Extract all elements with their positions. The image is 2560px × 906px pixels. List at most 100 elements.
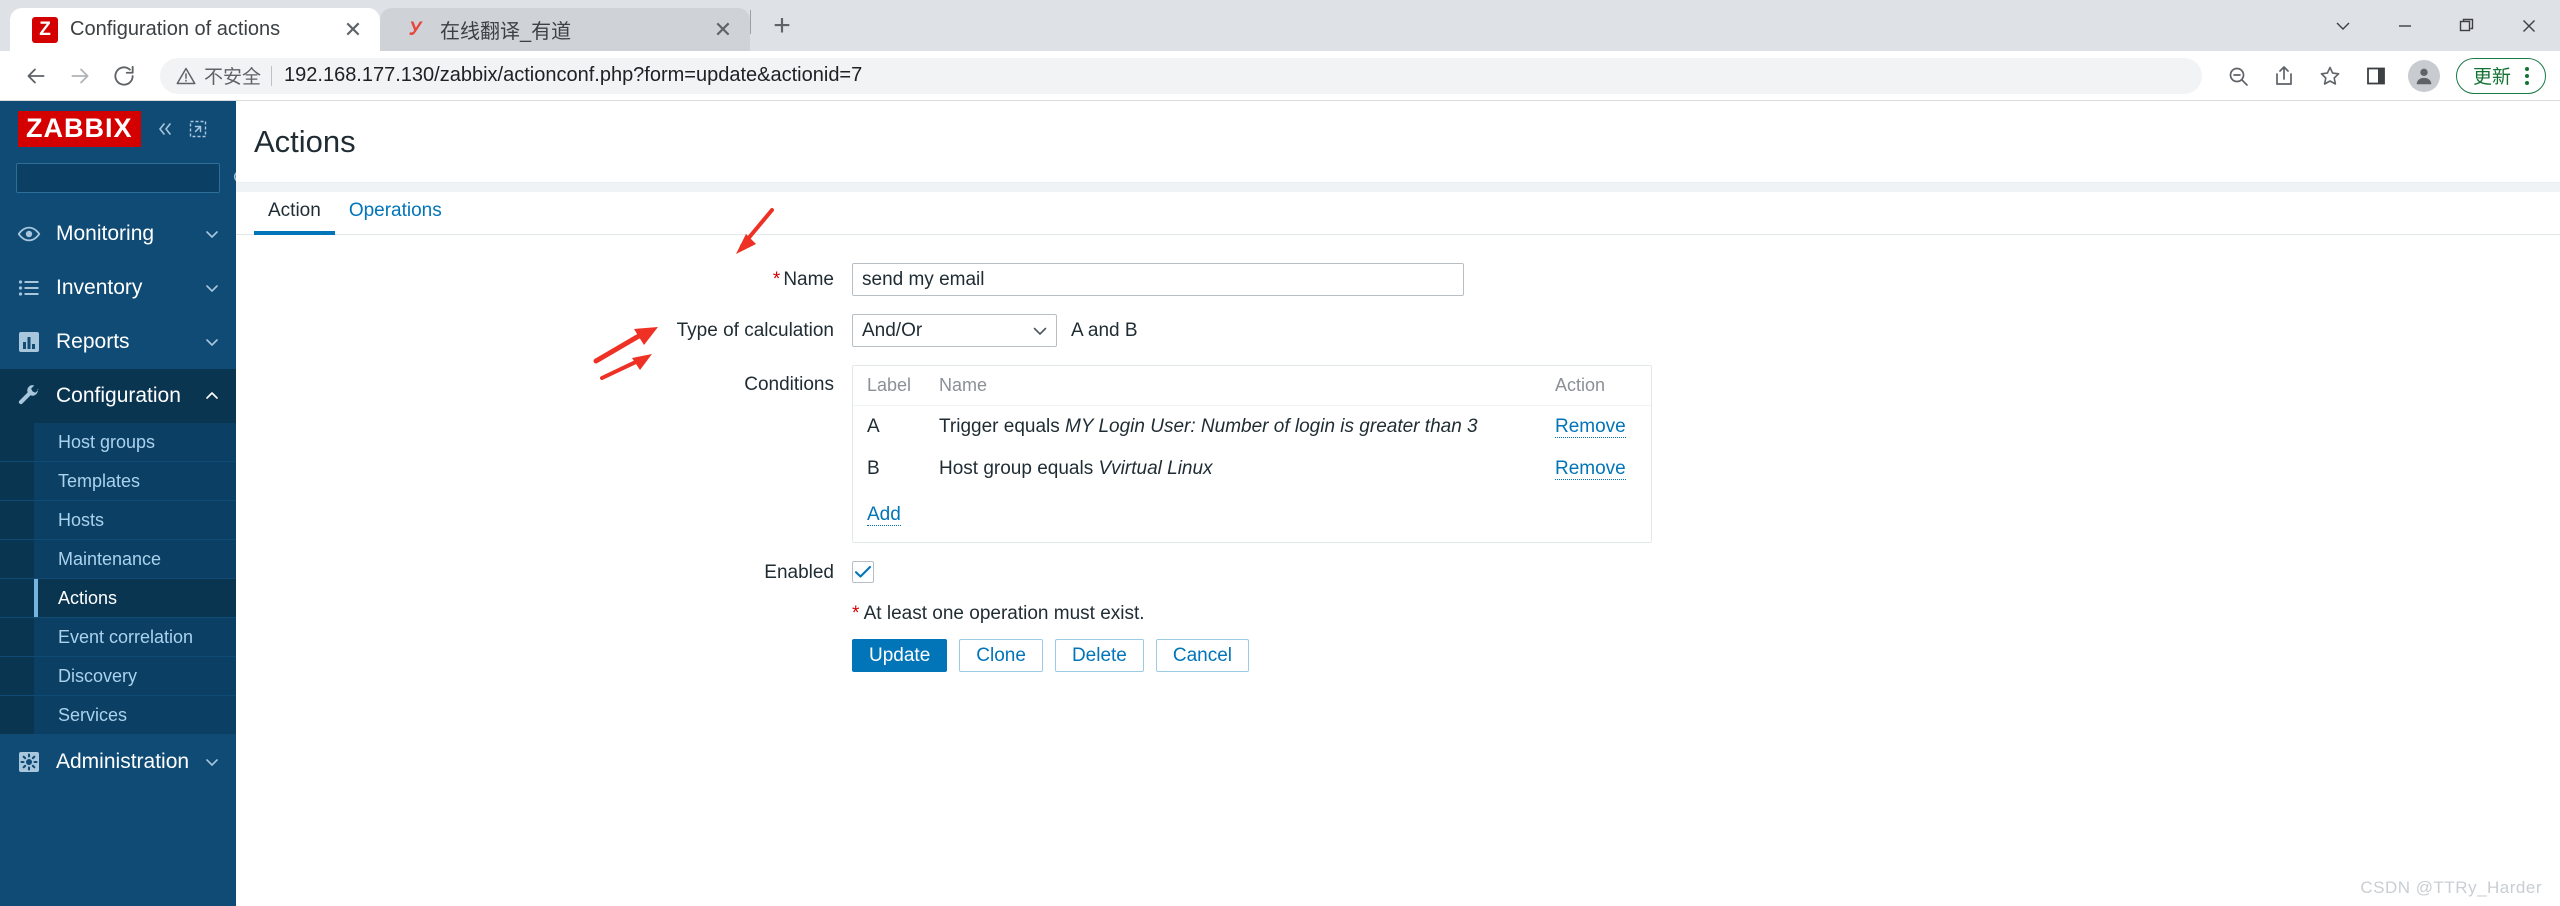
sidebar-item-reports[interactable]: Reports bbox=[0, 315, 236, 369]
sidebar-subitem-label: Hosts bbox=[58, 509, 105, 530]
form-buttons: Update Clone Delete Cancel bbox=[852, 639, 1250, 672]
sidebar-item-label: Configuration bbox=[56, 384, 181, 407]
sidebar-item-maintenance[interactable]: Maintenance bbox=[0, 540, 236, 579]
name-label-text: Name bbox=[783, 269, 834, 290]
reload-icon[interactable] bbox=[102, 54, 146, 98]
sidebar-item-hosts[interactable]: Hosts bbox=[0, 501, 236, 540]
sidebar-item-discovery[interactable]: Discovery bbox=[0, 657, 236, 696]
form-row-conditions: Conditions Label Name Action A Trigger e… bbox=[236, 365, 2560, 543]
enabled-checkbox[interactable] bbox=[852, 561, 874, 583]
star-icon[interactable] bbox=[2308, 54, 2352, 98]
forward-arrow-icon[interactable] bbox=[58, 54, 102, 98]
sidebar-header: ZABBIX bbox=[0, 101, 236, 157]
sidebar-item-services[interactable]: Services bbox=[0, 696, 236, 735]
maximize-icon[interactable] bbox=[2436, 0, 2498, 51]
sidebar-item-administration[interactable]: Administration bbox=[0, 735, 236, 789]
wrench-icon bbox=[16, 383, 42, 409]
watermark: CSDN @TTRy_Harder bbox=[2360, 878, 2542, 897]
security-label: 不安全 bbox=[204, 67, 262, 88]
expand-icon[interactable] bbox=[189, 120, 207, 138]
chevron-down-icon bbox=[204, 282, 220, 294]
sidebar-subitem-label: Host groups bbox=[58, 431, 156, 452]
tab-operations[interactable]: Operations bbox=[335, 200, 456, 234]
sidebar-subitem-label: Services bbox=[58, 704, 128, 725]
share-icon[interactable] bbox=[2262, 54, 2306, 98]
profile-avatar-icon[interactable] bbox=[2407, 59, 2440, 92]
condition-name: Trigger equals MY Login User: Number of … bbox=[925, 406, 1541, 449]
close-window-icon[interactable] bbox=[2498, 0, 2560, 51]
page-title: Actions bbox=[254, 124, 356, 159]
sidebar-item-configuration[interactable]: Configuration bbox=[0, 369, 236, 423]
browser-tab-0[interactable]: Z Configuration of actions ✕ bbox=[10, 8, 380, 51]
update-button[interactable]: 更新 bbox=[2455, 57, 2546, 94]
add-condition-row: Add bbox=[853, 490, 1651, 542]
remove-link[interactable]: Remove bbox=[1555, 416, 1626, 438]
browser-tab-1[interactable]: У 在线翻译_有道 ✕ bbox=[380, 8, 750, 51]
cancel-button[interactable]: Cancel bbox=[1155, 639, 1250, 672]
sidebar-item-event-correlation[interactable]: Event correlation bbox=[0, 618, 236, 657]
address-bar[interactable]: 不安全 192.168.177.130/zabbix/actionconf.ph… bbox=[160, 57, 2202, 94]
calculation-select[interactable]: And/Or bbox=[852, 314, 1057, 347]
column-header-name: Name bbox=[925, 366, 1541, 406]
zabbix-logo[interactable]: ZABBIX bbox=[18, 111, 141, 147]
name-input[interactable] bbox=[852, 263, 1464, 296]
tab-action[interactable]: Action bbox=[254, 200, 335, 235]
zoom-out-icon[interactable] bbox=[2216, 54, 2260, 98]
form-row-footer: * At least one operation must exist. Upd… bbox=[236, 603, 2560, 672]
youdao-icon: У bbox=[408, 18, 422, 40]
sidebar-item-host-groups[interactable]: Host groups bbox=[0, 423, 236, 462]
conditions-table: Label Name Action A Trigger equals MY Lo… bbox=[852, 365, 1652, 543]
form-row-enabled: Enabled bbox=[236, 561, 2560, 585]
eye-icon bbox=[16, 221, 42, 247]
page-body: ZABBIX Monitoring Inventory Reports Conf… bbox=[0, 101, 2560, 906]
sidebar-item-actions[interactable]: Actions bbox=[0, 579, 236, 618]
kebab-menu-icon[interactable] bbox=[2517, 66, 2537, 85]
enabled-label: Enabled bbox=[764, 562, 834, 583]
condition-name-prefix: Trigger equals bbox=[939, 416, 1066, 437]
browser-toolbar: 不安全 192.168.177.130/zabbix/actionconf.ph… bbox=[0, 51, 2560, 101]
sidebar-item-templates[interactable]: Templates bbox=[0, 462, 236, 501]
condition-name-value: Vvirtual Linux bbox=[1098, 458, 1213, 479]
sidebar-search[interactable] bbox=[16, 163, 249, 193]
sidebar-search-wrapper bbox=[0, 157, 249, 207]
search-input[interactable] bbox=[25, 169, 232, 187]
calculation-select-wrapper[interactable]: And/Or bbox=[852, 314, 1057, 347]
omnibox-divider bbox=[271, 65, 273, 86]
list-icon bbox=[16, 275, 42, 301]
sidebar-subitem-label: Templates bbox=[58, 470, 141, 491]
sidebar-item-label: Monitoring bbox=[56, 222, 155, 245]
delete-button[interactable]: Delete bbox=[1054, 639, 1144, 672]
remove-link[interactable]: Remove bbox=[1555, 458, 1626, 480]
chevron-down-icon bbox=[204, 336, 220, 348]
back-arrow-icon[interactable] bbox=[14, 54, 58, 98]
close-icon[interactable]: ✕ bbox=[340, 17, 366, 43]
clone-button[interactable]: Clone bbox=[959, 639, 1043, 672]
not-secure-warning-icon[interactable] bbox=[176, 66, 196, 86]
bar-chart-icon bbox=[16, 329, 42, 355]
tabs-top-strip bbox=[236, 183, 2560, 192]
footer-note-text: At least one operation must exist. bbox=[859, 603, 1145, 624]
footer-note: * At least one operation must exist. bbox=[852, 603, 1145, 625]
condition-name: Host group equals Vvirtual Linux bbox=[925, 448, 1541, 490]
action-form: *Name Type of calculation And/Or bbox=[236, 235, 2560, 672]
table-row: A Trigger equals MY Login User: Number o… bbox=[853, 406, 1651, 449]
chevron-up-icon bbox=[204, 390, 220, 402]
form-row-calculation: Type of calculation And/Or A and B bbox=[236, 314, 2560, 347]
update-button[interactable]: Update bbox=[852, 639, 948, 672]
close-icon[interactable]: ✕ bbox=[710, 17, 736, 43]
url-text: 192.168.177.130/zabbix/actionconf.php?fo… bbox=[284, 64, 863, 86]
condition-action: Remove bbox=[1541, 406, 1651, 449]
sidebar-item-inventory[interactable]: Inventory bbox=[0, 261, 236, 315]
form-row-name: * Name bbox=[236, 263, 2560, 296]
sidebar-subitem-label: Event correlation bbox=[58, 626, 194, 647]
condition-action: Remove bbox=[1541, 448, 1651, 490]
sidebar-item-monitoring[interactable]: Monitoring bbox=[0, 207, 236, 261]
side-panel-icon[interactable] bbox=[2354, 54, 2398, 98]
tab-separator bbox=[750, 9, 751, 34]
new-tab-button[interactable]: + bbox=[759, 3, 805, 49]
minimize-icon[interactable] bbox=[2374, 0, 2436, 51]
main-content: Actions Action Operations * Name send my… bbox=[236, 101, 2560, 906]
add-condition-link[interactable]: Add bbox=[867, 504, 901, 526]
chevron-double-left-icon[interactable] bbox=[155, 120, 175, 138]
chevron-down-icon[interactable] bbox=[2312, 0, 2374, 51]
